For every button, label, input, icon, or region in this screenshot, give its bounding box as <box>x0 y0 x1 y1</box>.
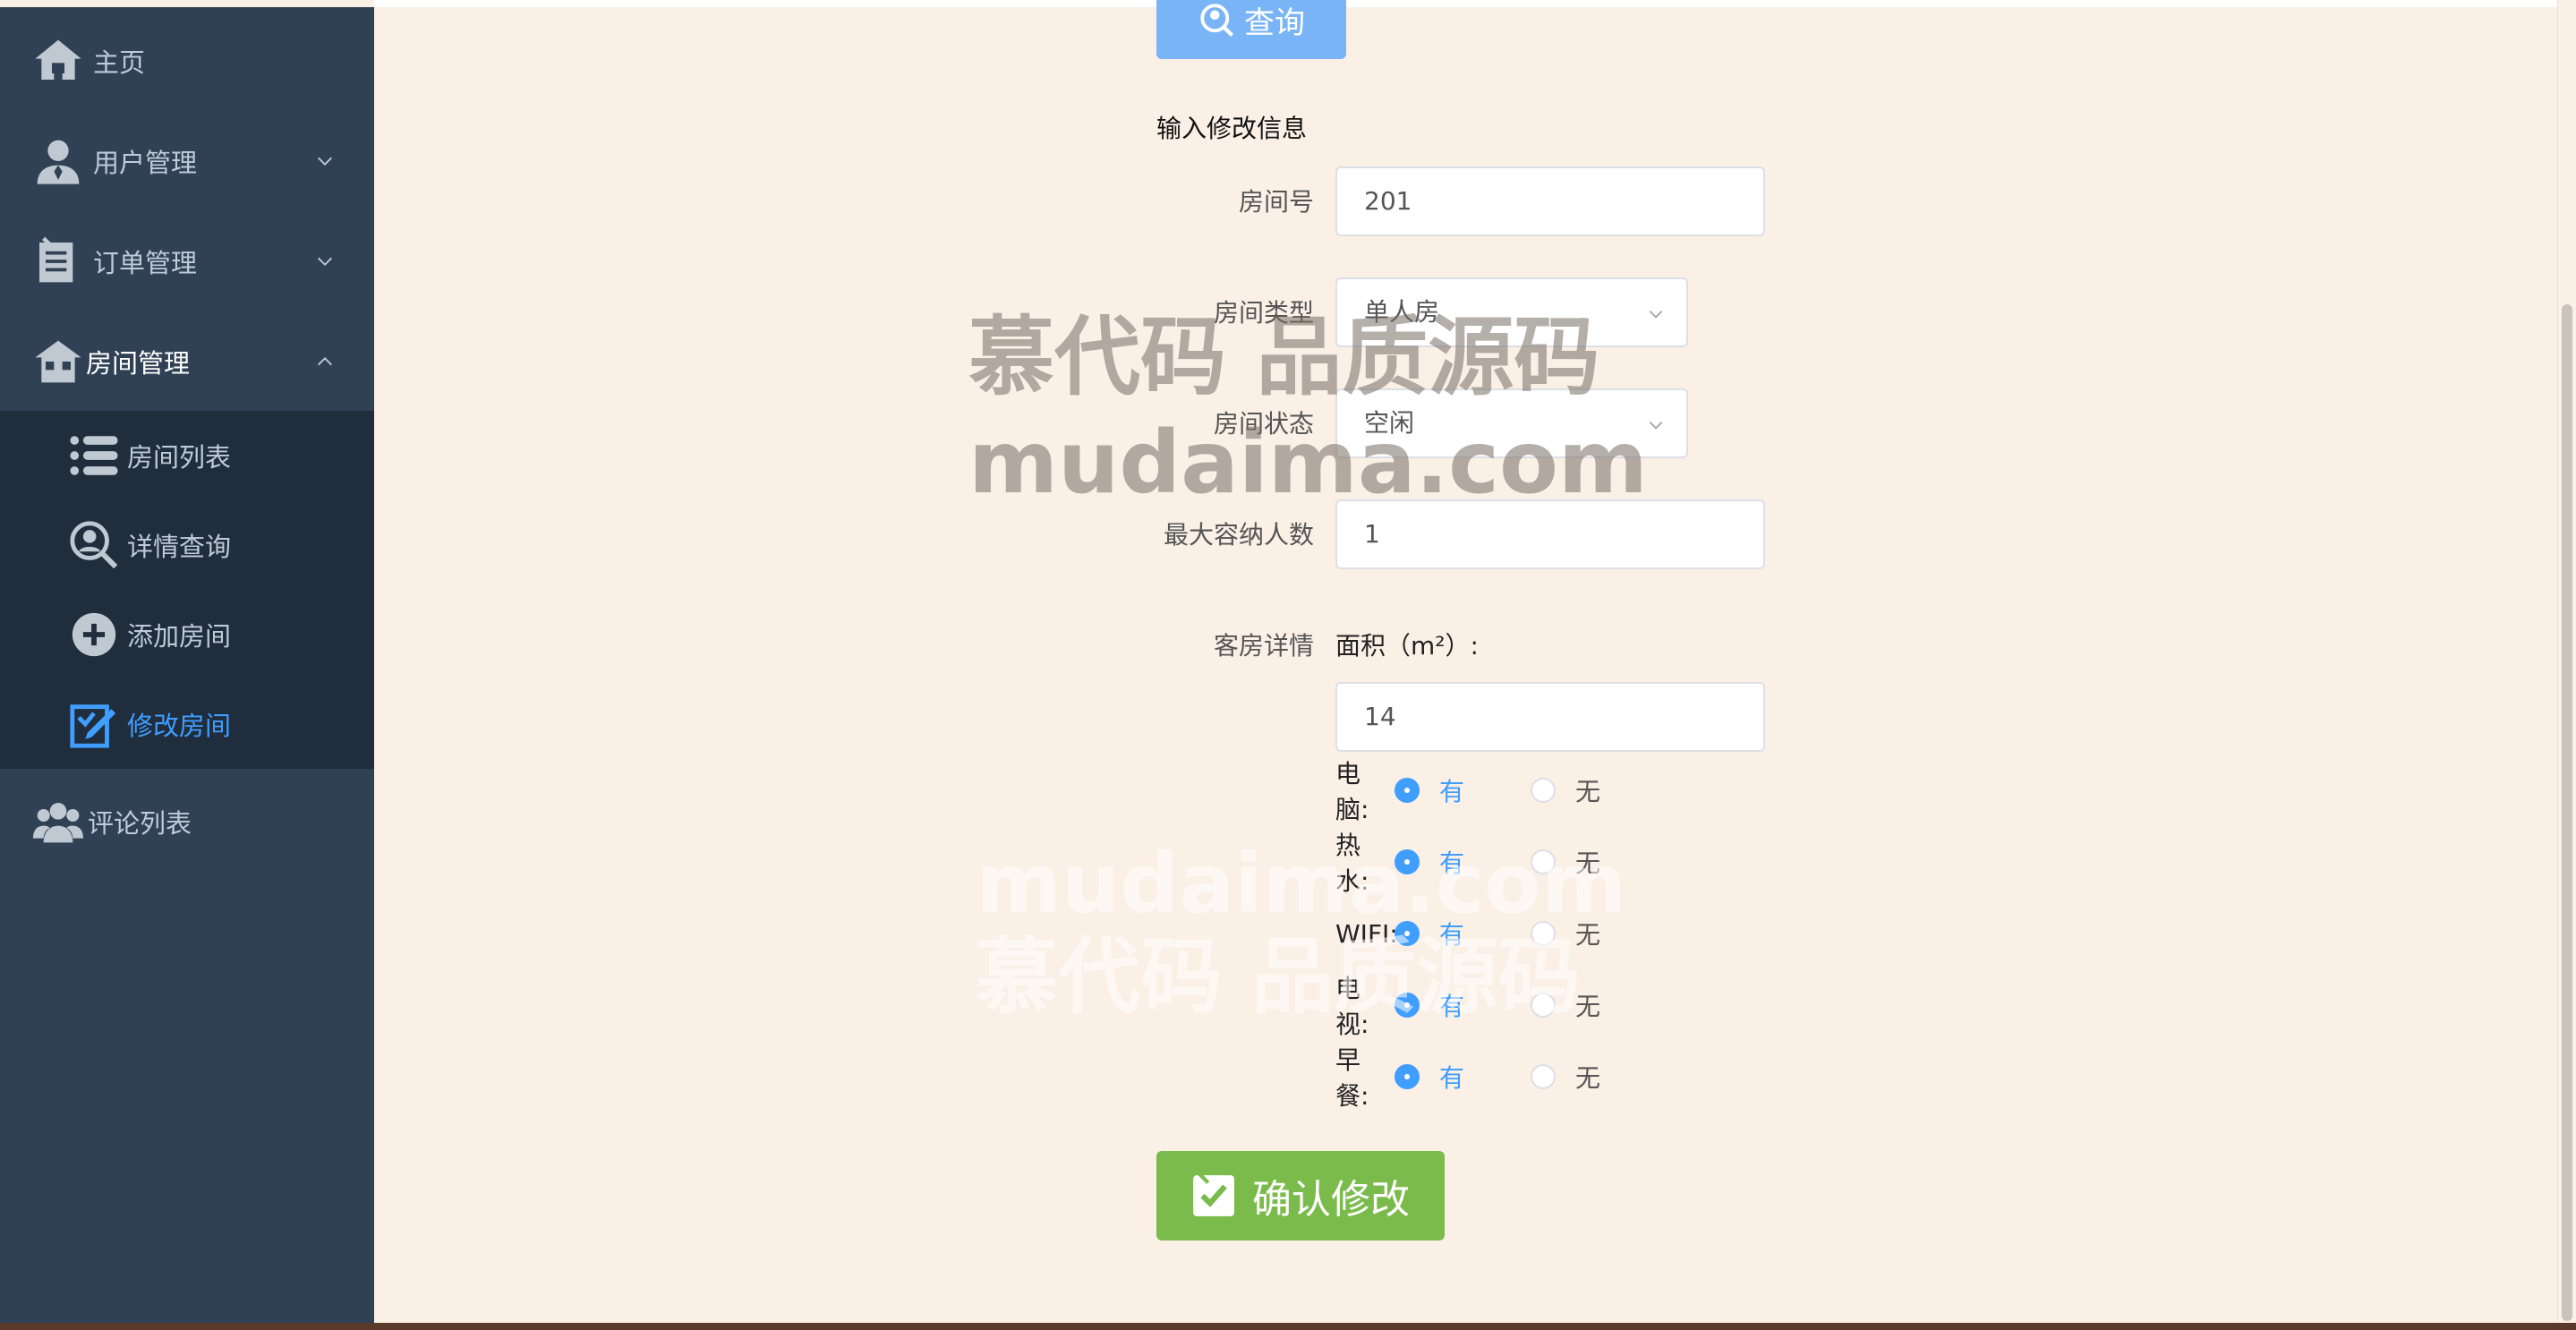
search-icon <box>1200 4 1233 37</box>
list-icon <box>66 428 122 483</box>
room-number-label: 房间号 <box>1238 187 1314 217</box>
room-details-label: 客房详情 <box>1213 631 1314 661</box>
option-wifi: WIFI: 有 无 <box>1335 918 1601 951</box>
scrollbar-track[interactable] <box>2557 0 2576 1330</box>
scrollbar-thumb[interactable] <box>2562 304 2572 1321</box>
home-icon <box>32 35 84 87</box>
submenu-item-label: 详情查询 <box>127 532 232 562</box>
option-hot-water: 热水: 有 无 <box>1335 831 1601 896</box>
room-type-label: 房间类型 <box>1213 298 1314 328</box>
radio-computer-yes[interactable] <box>1395 778 1420 803</box>
chevron-down-icon <box>318 157 332 166</box>
sidebar-item-orders[interactable]: 订单管理 <box>0 211 374 311</box>
submenu-item-detail-query[interactable]: 详情查询 <box>0 500 374 590</box>
search-icon <box>66 517 122 573</box>
add-icon <box>66 607 122 662</box>
sidebar-item-home[interactable]: 主页 <box>0 11 374 111</box>
submenu-item-add-room[interactable]: 添加房间 <box>0 590 374 679</box>
radio-breakfast-no[interactable] <box>1531 1064 1556 1089</box>
sidebar: 主页 用户管理 订单管理 房间管理 房间列表 详情查询 添加房间 修改房间 评论… <box>0 7 374 1330</box>
option-computer: 电脑: 有 无 <box>1335 759 1601 824</box>
max-people-input[interactable]: 1 <box>1335 499 1765 569</box>
sidebar-item-label: 房间管理 <box>86 348 191 379</box>
check-square-icon <box>1193 1173 1234 1216</box>
submenu-item-label: 添加房间 <box>127 621 232 652</box>
radio-hot-water-yes[interactable] <box>1395 849 1420 874</box>
rooms-submenu: 房间列表 详情查询 添加房间 修改房间 <box>0 411 374 769</box>
chevron-down-icon <box>1649 421 1663 430</box>
section-title: 输入修改信息 <box>1156 114 1308 143</box>
edit-icon <box>66 696 122 752</box>
chevron-down-icon <box>318 257 332 266</box>
room-number-input[interactable]: 201 <box>1335 166 1765 236</box>
sidebar-item-label: 评论列表 <box>88 808 192 839</box>
house-icon <box>32 336 84 388</box>
submenu-item-edit-room[interactable]: 修改房间 <box>0 679 374 769</box>
radio-wifi-no[interactable] <box>1531 921 1556 946</box>
sidebar-item-users[interactable]: 用户管理 <box>0 111 374 211</box>
submenu-item-label: 房间列表 <box>127 442 232 473</box>
max-people-label: 最大容纳人数 <box>1163 520 1314 550</box>
room-status-label: 房间状态 <box>1213 409 1314 439</box>
room-status-select[interactable]: 空闲 <box>1335 388 1688 458</box>
area-label: 面积（m²）: <box>1335 631 1479 661</box>
option-breakfast: 早餐: 有 无 <box>1335 1045 1601 1111</box>
query-button[interactable]: 查询 <box>1156 0 1346 59</box>
radio-tv-no[interactable] <box>1531 993 1556 1018</box>
radio-computer-no[interactable] <box>1531 778 1556 803</box>
sidebar-item-label: 主页 <box>93 47 146 78</box>
area-input[interactable]: 14 <box>1335 682 1765 752</box>
top-edge <box>374 0 2576 7</box>
radio-hot-water-no[interactable] <box>1531 849 1556 874</box>
option-tv: 电视: 有 无 <box>1335 974 1601 1039</box>
sidebar-item-comments[interactable]: 评论列表 <box>0 772 374 872</box>
room-type-select[interactable]: 单人房 <box>1335 277 1688 347</box>
radio-tv-yes[interactable] <box>1395 993 1420 1018</box>
chevron-down-icon <box>1649 310 1663 319</box>
radio-breakfast-yes[interactable] <box>1395 1064 1420 1089</box>
users-icon <box>32 796 84 848</box>
submenu-item-label: 修改房间 <box>127 711 232 741</box>
bottom-edge <box>0 1323 2576 1330</box>
sidebar-item-rooms[interactable]: 房间管理 <box>0 311 374 412</box>
order-icon <box>32 235 84 287</box>
sidebar-item-label: 用户管理 <box>93 148 198 178</box>
sidebar-item-label: 订单管理 <box>93 248 198 278</box>
submenu-item-room-list[interactable]: 房间列表 <box>0 411 374 500</box>
chevron-up-icon <box>318 357 332 366</box>
user-icon <box>32 135 84 187</box>
confirm-edit-button[interactable]: 确认修改 <box>1156 1151 1445 1240</box>
radio-wifi-yes[interactable] <box>1395 921 1420 946</box>
